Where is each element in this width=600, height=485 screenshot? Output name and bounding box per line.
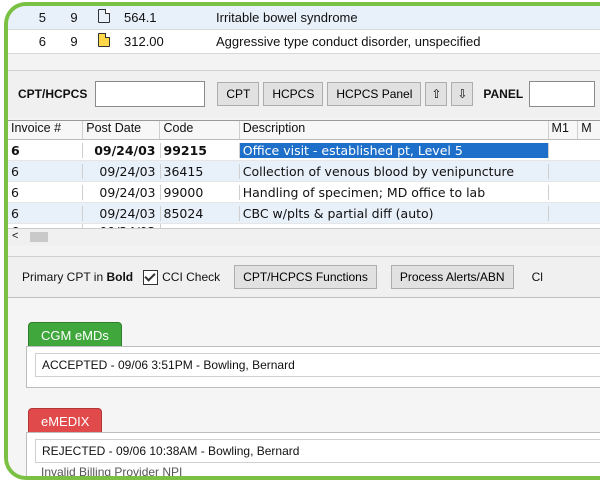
cell-post-date: 09/24/03 <box>83 205 161 221</box>
table-row[interactable]: 6 09/24/03 99215 Office visit - establis… <box>8 140 600 161</box>
process-alerts-abn-button[interactable]: Process Alerts/ABN <box>390 265 514 289</box>
arrow-up-icon: ⇧ <box>431 87 442 101</box>
hcpcs-button[interactable]: HCPCS <box>263 82 324 106</box>
cell-invoice: 6 <box>8 184 84 200</box>
cell-description: Office visit - established pt, Level 5 <box>239 142 549 158</box>
claim-rejection-reason: Invalid Billing Provider NPI <box>41 465 183 479</box>
procedure-grid: Invoice # Post Date Code Description M1 … <box>8 120 600 245</box>
claim-status-line: ACCEPTED - 09/06 3:51PM - Bowling, Berna… <box>35 353 600 377</box>
diagnosis-row[interactable]: 5 9 564.1 Irritable bowel syndrome <box>8 6 600 30</box>
diagnosis-col2: 9 <box>70 10 78 25</box>
diagnosis-description: Irritable bowel syndrome <box>216 10 358 25</box>
column-header-invoice[interactable]: Invoice # <box>8 121 84 139</box>
table-row[interactable]: 6 09/24/03 85024 CBC w/plts & partial di… <box>8 203 600 224</box>
cell-description: CBC w/plts & partial diff (auto) <box>240 205 549 221</box>
cell-code: 99000 <box>161 184 240 200</box>
claims-panel: CGM eMDs ACCEPTED - 09/06 3:51PM - Bowli… <box>8 298 600 479</box>
cpt-hcpcs-input[interactable] <box>95 81 206 107</box>
truncated-label: Cl <box>531 270 543 284</box>
claim-status-box: ACCEPTED - 09/06 3:51PM - Bowling, Berna… <box>26 346 600 388</box>
diagnosis-col2: 9 <box>70 34 78 49</box>
cell-post-date: 09/24/03 <box>83 184 161 200</box>
clearinghouse-tag-emedix: eMEDIX <box>28 408 103 434</box>
primary-cpt-bold: Bold <box>106 270 134 284</box>
hcpcs-panel-button[interactable]: HCPCS Panel <box>327 82 422 106</box>
column-header-m1[interactable]: M1 <box>549 121 579 139</box>
cpt-hcpcs-functions-button[interactable]: CPT/HCPCS Functions <box>234 265 377 289</box>
cell-code: 36415 <box>161 163 240 179</box>
claim-status-line: REJECTED - 09/06 10:38AM - Bowling, Bern… <box>35 439 600 463</box>
app-window: 5 9 564.1 Irritable bowel syndrome 6 9 3… <box>4 2 600 480</box>
cell-code: 99215 <box>161 142 240 158</box>
move-up-button[interactable]: ⇧ <box>425 82 448 106</box>
scrollbar-thumb[interactable] <box>30 232 48 242</box>
cpt-hcpcs-label: CPT/HCPCS <box>18 87 88 101</box>
cell-code: 85024 <box>161 205 240 221</box>
diagnosis-seq: 5 <box>38 10 46 25</box>
column-header-description[interactable]: Description <box>240 121 549 139</box>
cell-description: Collection of venous blood by venipunctu… <box>240 163 549 179</box>
cell-invoice: 6 <box>8 163 84 179</box>
cpt-toolbar: CPT/HCPCS CPT HCPCS HCPCS Panel ⇧ ⇩ PANE… <box>8 70 600 117</box>
arrow-down-icon: ⇩ <box>457 87 468 101</box>
diagnosis-seq: 6 <box>38 34 46 49</box>
diagnosis-row[interactable]: 6 9 312.00 Aggressive type conduct disor… <box>8 30 600 54</box>
move-down-button[interactable]: ⇩ <box>451 82 474 106</box>
cell-post-date: 09/24/03 <box>83 163 161 179</box>
diagnosis-list: 5 9 564.1 Irritable bowel syndrome 6 9 3… <box>8 6 600 54</box>
panel-label: PANEL <box>483 87 524 101</box>
column-header-code[interactable]: Code <box>160 121 240 139</box>
primary-cpt-note: Primary CPT in Bold <box>22 270 133 284</box>
clearinghouse-tag-cgm: CGM eMDs <box>28 322 122 348</box>
cell-description: Handling of specimen; MD office to lab <box>240 184 549 200</box>
diagnosis-description: Aggressive type conduct disorder, unspec… <box>216 34 481 49</box>
horizontal-scrollbar[interactable]: < <box>8 228 600 245</box>
column-header-m2[interactable]: M <box>578 121 600 139</box>
diagnosis-code: 564.1 <box>124 10 157 25</box>
document-icon <box>98 9 110 23</box>
scroll-left-icon[interactable]: < <box>12 230 18 242</box>
table-row[interactable]: 6 09/24/03 99000 Handling of specimen; M… <box>8 182 600 203</box>
cci-check-label: CCI Check <box>162 270 221 284</box>
primary-cpt-prefix: Primary CPT in <box>22 270 107 284</box>
cell-invoice: 6 <box>8 205 84 221</box>
cell-post-date: 09/24/03 <box>83 142 161 158</box>
grid-header: Invoice # Post Date Code Description M1 … <box>8 121 600 140</box>
panel-input[interactable] <box>529 81 596 107</box>
diagnosis-code: 312.00 <box>124 34 164 49</box>
claim-status-box: REJECTED - 09/06 10:38AM - Bowling, Bern… <box>26 432 600 479</box>
cell-invoice: 6 <box>8 142 84 158</box>
column-header-post-date[interactable]: Post Date <box>83 121 161 139</box>
table-row[interactable]: 6 09/24/03 36415 Collection of venous bl… <box>8 161 600 182</box>
cci-check-checkbox[interactable] <box>143 269 159 285</box>
functions-bar: Primary CPT in Bold CCI Check CPT/HCPCS … <box>8 256 600 298</box>
document-yellow-icon <box>98 33 110 47</box>
cpt-button[interactable]: CPT <box>217 82 260 106</box>
